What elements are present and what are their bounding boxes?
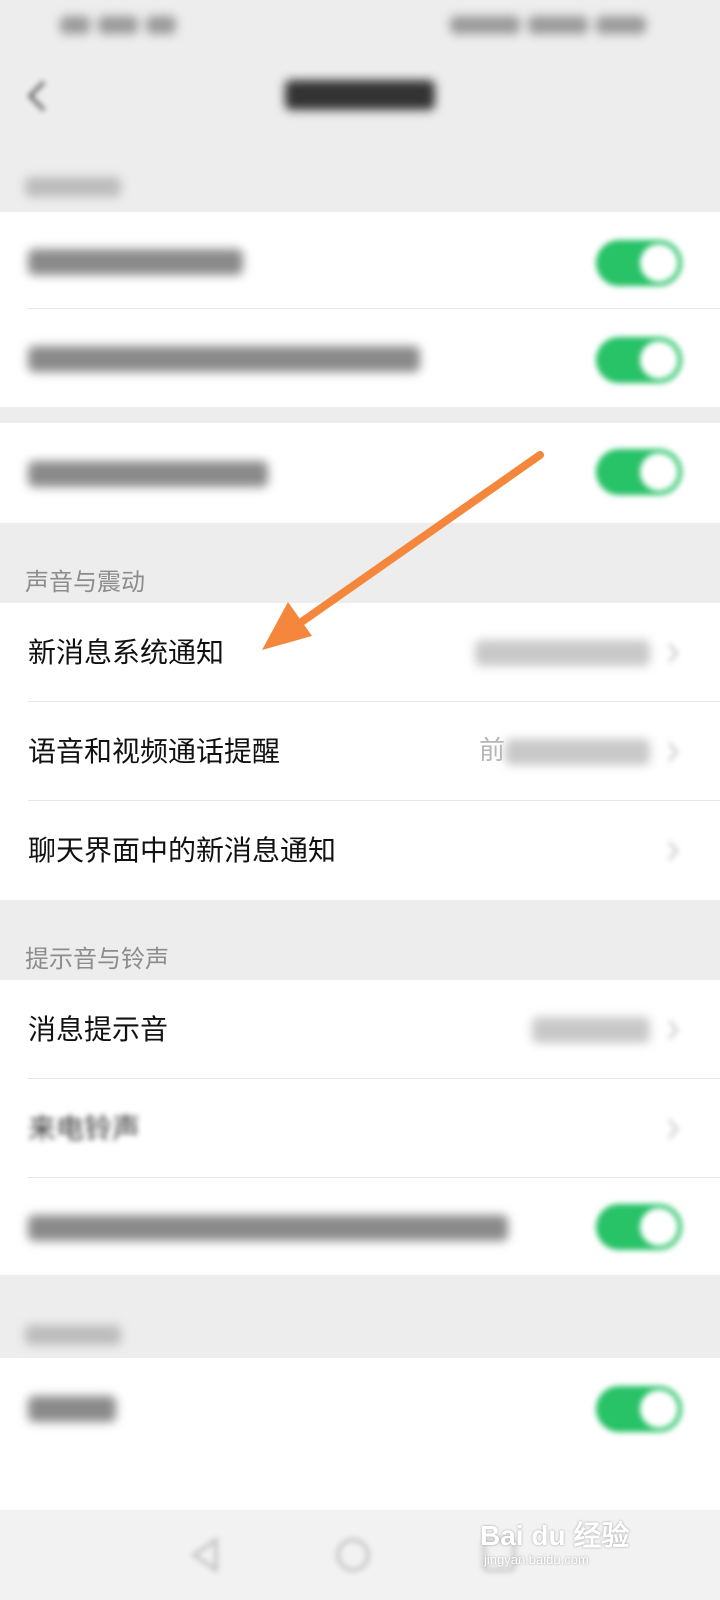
row-label-blurred	[28, 1358, 116, 1458]
chevron-right-icon	[666, 1018, 680, 1042]
group-preview	[0, 423, 720, 523]
row-value-blurred	[532, 980, 650, 1079]
row-label-blurred	[28, 423, 268, 523]
group-message-notifications	[0, 212, 720, 407]
nav-back-button[interactable]	[180, 1528, 234, 1582]
watermark-domain: jingyan.baidu.com	[484, 1552, 589, 1567]
chevron-right-icon	[666, 1117, 680, 1141]
group-bottom	[0, 1358, 720, 1518]
row-label: 消息提示音	[28, 1013, 169, 1046]
row-label-blurred	[28, 309, 420, 407]
row-value: 前	[479, 702, 650, 801]
toggle-row[interactable]	[0, 1178, 720, 1275]
row-value-text: 前	[478, 736, 505, 766]
section-label-top	[25, 172, 121, 200]
nav-home-icon	[336, 1538, 370, 1572]
row-label: 来电铃声	[28, 1112, 141, 1145]
section-label-sound-vibration: 声音与震动	[25, 568, 145, 596]
row-label: 聊天界面中的新消息通知	[28, 834, 337, 867]
watermark-brand: Bai du 经验	[480, 1520, 630, 1551]
row-label-blurred	[28, 212, 243, 309]
row-chat-new-message-notification[interactable]: 聊天界面中的新消息通知	[0, 801, 720, 900]
chevron-right-icon	[666, 839, 680, 863]
row-call-reminder[interactable]: 语音和视频通话提醒 前	[0, 702, 720, 801]
toggle-row[interactable]	[0, 423, 720, 523]
toggle-switch[interactable]	[596, 449, 682, 495]
nav-back-icon	[191, 1537, 218, 1573]
row-new-message-system-notification[interactable]: 新消息系统通知	[0, 603, 720, 702]
title-bar	[0, 52, 720, 140]
row-message-tone[interactable]: 消息提示音	[0, 980, 720, 1079]
toggle-row[interactable]	[0, 1358, 720, 1458]
toggle-switch[interactable]	[596, 1204, 682, 1250]
toggle-row[interactable]	[0, 212, 720, 309]
toggle-switch[interactable]	[596, 240, 682, 286]
status-bar-left-icons	[60, 14, 190, 36]
nav-home-button[interactable]	[326, 1528, 380, 1582]
row-incoming-ringtone[interactable]: 来电铃声	[0, 1079, 720, 1178]
chevron-right-icon	[666, 641, 680, 665]
toggle-row[interactable]	[0, 309, 720, 407]
row-label-blurred	[28, 1178, 508, 1275]
page-title	[0, 76, 720, 111]
toggle-switch[interactable]	[596, 1386, 682, 1432]
group-sound-vibration: 新消息系统通知 语音和视频通话提醒 前 聊天界面中的新消息通知	[0, 603, 720, 900]
group-ringtones: 消息提示音 来电铃声	[0, 980, 720, 1275]
baidu-jingyan-watermark: Bai du 经验 jingyan.baidu.com	[480, 1508, 680, 1578]
section-label-bottom	[25, 1320, 121, 1348]
status-bar-right-icons	[450, 14, 660, 36]
row-value-blurred	[475, 603, 650, 702]
row-label: 语音和视频通话提醒	[28, 735, 281, 768]
status-bar	[0, 0, 720, 52]
toggle-switch[interactable]	[596, 337, 682, 383]
chevron-right-icon	[666, 740, 680, 764]
section-label-ringtones: 提示音与铃声	[25, 945, 169, 973]
row-label: 新消息系统通知	[28, 636, 225, 669]
